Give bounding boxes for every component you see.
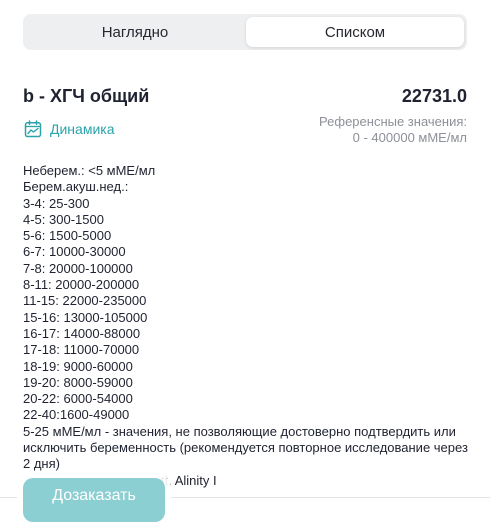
reorder-button[interactable]: Дозаказать xyxy=(23,478,165,522)
description-line: 17-18: 11000-70000 xyxy=(23,342,140,358)
description-line: 7-8: 20000-100000 xyxy=(23,260,133,276)
description-line: 6-7: 10000-30000 xyxy=(23,244,126,260)
description-line: 18-19: 9000-60000 xyxy=(23,358,133,374)
tab-list[interactable]: Списком xyxy=(246,17,464,47)
description-line: 11-15: 22000-235000 xyxy=(23,293,147,309)
description-line: Берем.акуш.нед.: xyxy=(23,179,129,195)
reference-range: 0 - 400000 мМЕ/мл xyxy=(352,130,467,145)
view-switch: Наглядно Списком xyxy=(23,14,467,50)
tab-visual[interactable]: Наглядно xyxy=(26,17,244,47)
reference-values: Референсные значения: 0 - 400000 мМЕ/мл xyxy=(319,114,467,146)
description-line: 4-5: 300-1500 xyxy=(23,211,104,227)
reference-title: Референсные значения: xyxy=(319,114,467,129)
description-line: Неберем.: <5 мМЕ/мл xyxy=(23,163,156,178)
description-line: 20-22: 6000-54000 xyxy=(23,391,133,407)
test-name: b - ХГЧ общий xyxy=(23,86,150,106)
dynamics-label: Динамика xyxy=(50,121,115,137)
test-description: Неберем.: <5 мМЕ/мл Берем.акуш.нед.: 3-4… xyxy=(23,163,473,489)
test-result-value: 22731.0 xyxy=(401,86,467,106)
dynamics-link[interactable]: Динамика xyxy=(24,118,114,140)
description-line: 3-4: 25-300 xyxy=(23,195,90,211)
description-line: 15-16: 13000-105000 xyxy=(23,309,148,325)
description-line: 8-11: 20000-200000 xyxy=(23,277,140,293)
description-line: 19-20: 8000-59000 xyxy=(23,374,133,390)
description-line: 16-17: 14000-88000 xyxy=(23,325,141,341)
chart-calendar-icon xyxy=(24,120,42,138)
description-note: 5-25 мМЕ/мл - значения, не позволяющие д… xyxy=(23,423,468,472)
description-line: 22-40:1600-49000 xyxy=(23,407,130,423)
description-line: 5-6: 1500-5000 xyxy=(23,228,112,244)
